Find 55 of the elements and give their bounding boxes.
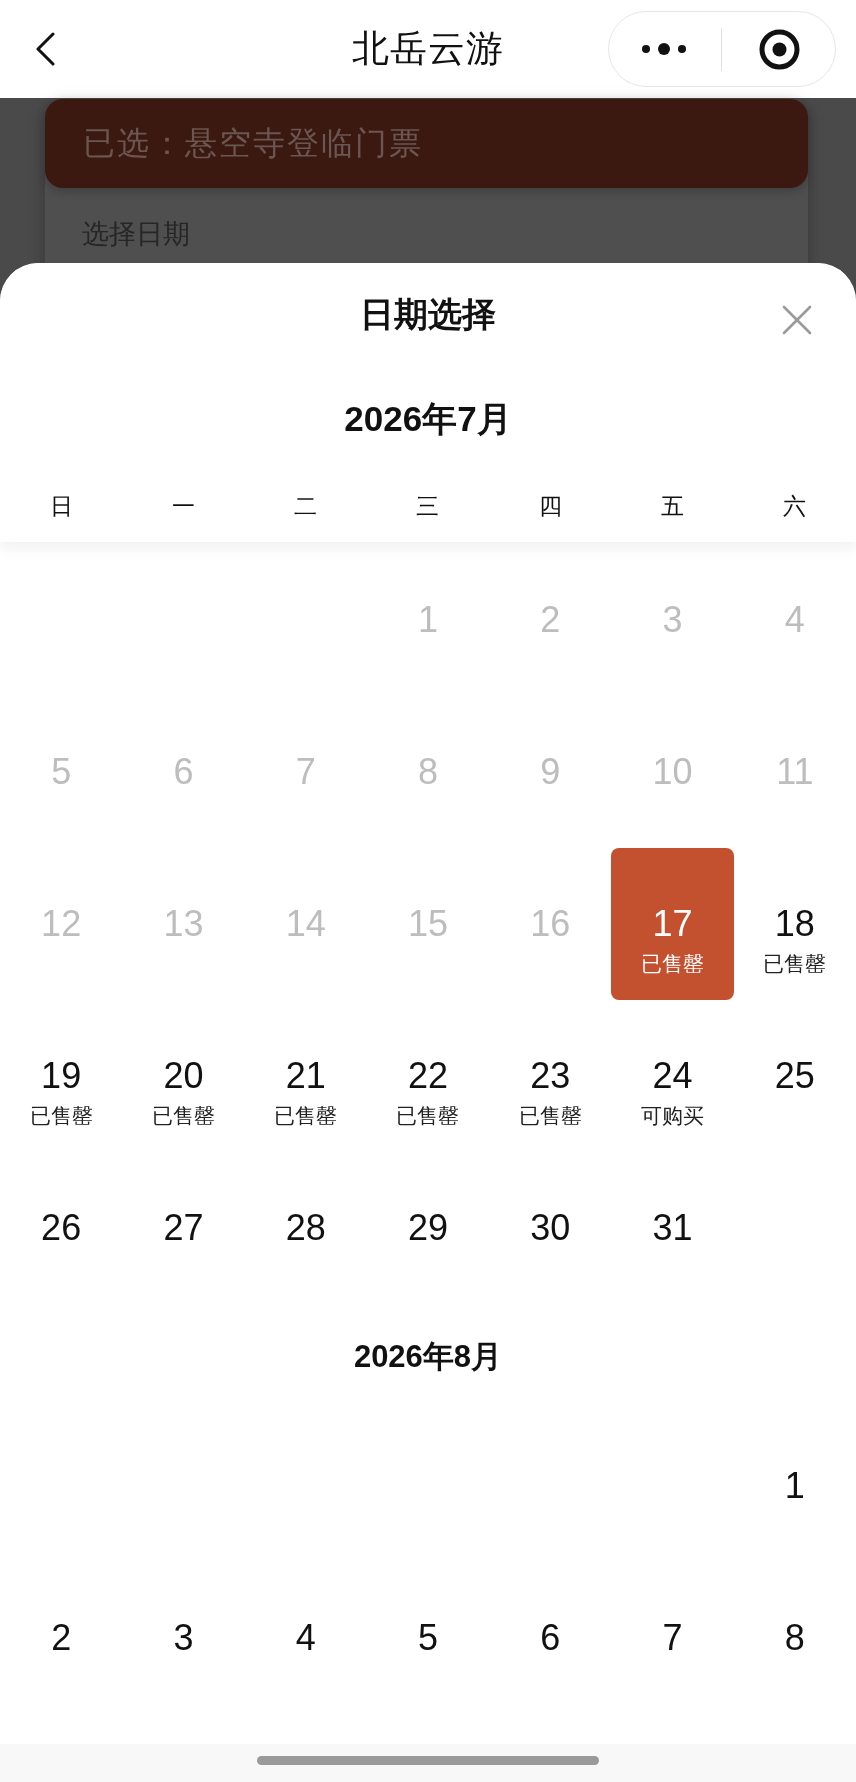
date-cell[interactable]: 17 已售罄 bbox=[611, 848, 734, 1000]
target-icon[interactable] bbox=[759, 28, 800, 70]
date-cell[interactable]: 26 bbox=[41, 1206, 82, 1250]
date-cell: 9 bbox=[540, 750, 561, 794]
date-cell[interactable]: 8 bbox=[784, 1616, 805, 1660]
date-cell: 8 bbox=[417, 750, 438, 794]
weekday-label: 三 bbox=[416, 492, 440, 521]
date-cell[interactable]: 25 bbox=[774, 1054, 815, 1098]
selected-ticket-text: 已选：悬空寺登临门票 bbox=[83, 123, 423, 163]
date-cell[interactable]: 21 已售罄 bbox=[274, 1054, 338, 1129]
month-title: 2026年8月 bbox=[353, 1338, 503, 1376]
month-title: 2026年7月 bbox=[344, 397, 512, 440]
weekday-label: 日 bbox=[49, 492, 73, 521]
weekday-label: 六 bbox=[783, 492, 807, 521]
date-cell: 2 bbox=[540, 598, 561, 642]
date-cell: 5 bbox=[51, 750, 72, 794]
date-cell: 11 bbox=[776, 750, 814, 794]
date-cell[interactable]: 30 bbox=[530, 1206, 571, 1250]
weekday-label: 四 bbox=[538, 492, 562, 521]
date-cell: 12 bbox=[41, 902, 82, 946]
close-icon[interactable] bbox=[782, 305, 812, 335]
date-cell: 4 bbox=[784, 598, 805, 642]
date-cell[interactable]: 27 bbox=[163, 1206, 204, 1250]
weekday-label: 五 bbox=[661, 492, 685, 521]
date-cell[interactable]: 18 已售罄 bbox=[763, 902, 827, 977]
date-cell: 10 bbox=[652, 750, 693, 794]
date-cell[interactable]: 7 bbox=[662, 1616, 683, 1660]
date-cell: 7 bbox=[295, 750, 316, 794]
date-cell: 16 bbox=[530, 902, 571, 946]
date-cell[interactable]: 4 bbox=[295, 1616, 316, 1660]
date-cell: 3 bbox=[662, 598, 683, 642]
date-cell[interactable]: 3 bbox=[173, 1616, 194, 1660]
date-cell[interactable]: 20 已售罄 bbox=[151, 1054, 215, 1129]
weekday-label: 二 bbox=[294, 492, 318, 521]
date-cell: 6 bbox=[173, 750, 194, 794]
date-cell[interactable]: 6 bbox=[540, 1616, 561, 1660]
weekday-label: 一 bbox=[171, 492, 195, 521]
date-cell[interactable]: 5 bbox=[417, 1616, 438, 1660]
page-title: 北岳云游 bbox=[352, 27, 504, 71]
date-cell[interactable]: 22 已售罄 bbox=[396, 1054, 460, 1129]
date-cell[interactable]: 29 bbox=[407, 1206, 448, 1250]
date-cell[interactable]: 19 已售罄 bbox=[29, 1054, 93, 1129]
date-cell[interactable]: 23 已售罄 bbox=[518, 1054, 582, 1129]
date-cell[interactable]: 2 bbox=[51, 1616, 72, 1660]
date-cell: 14 bbox=[285, 902, 326, 946]
back-icon[interactable] bbox=[35, 32, 55, 66]
date-cell: 13 bbox=[163, 902, 204, 946]
more-icon[interactable] bbox=[642, 43, 686, 55]
date-cell[interactable]: 1 bbox=[784, 1464, 805, 1508]
sheet-title: 日期选择 bbox=[360, 294, 496, 335]
date-cell: 1 bbox=[418, 598, 439, 642]
date-cell[interactable]: 31 bbox=[652, 1206, 693, 1250]
date-cell[interactable]: 28 bbox=[285, 1206, 326, 1250]
date-cell[interactable]: 24 可购买 bbox=[641, 1054, 705, 1129]
date-cell: 15 bbox=[407, 902, 448, 946]
